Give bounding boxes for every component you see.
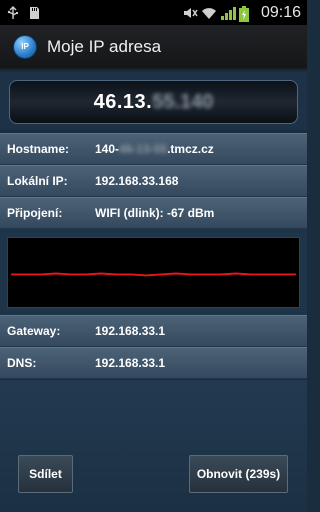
battery-charging-icon xyxy=(238,5,253,22)
public-ip-hidden: 55.140 xyxy=(152,90,214,113)
gateway-label: Gateway: xyxy=(7,324,61,338)
hostname-suffix: .tmcz.cz xyxy=(167,142,214,156)
signal-line xyxy=(11,272,296,277)
action-bar: IP Moje IP adresa xyxy=(0,25,307,70)
connection-row: Připojení: WIFI (dlink): -67 dBm xyxy=(0,197,307,229)
signal-graph-area xyxy=(0,229,307,315)
dns-value: 192.168.33.1 xyxy=(95,356,166,370)
gateway-value: 192.168.33.1 xyxy=(95,324,166,338)
public-ip-box[interactable]: 46.13. 55.140 xyxy=(9,80,298,124)
status-bar: 09:16 xyxy=(0,0,307,25)
mute-icon xyxy=(182,6,198,20)
signal-graph xyxy=(7,237,300,308)
connection-value: WIFI (dlink): -67 dBm xyxy=(95,206,215,220)
hostname-prefix: 140- xyxy=(95,142,120,156)
share-button[interactable]: Sdílet xyxy=(18,455,73,493)
hostname-value: 140-46-13-55.tmcz.cz xyxy=(95,142,214,156)
connection-label: Připojení: xyxy=(7,206,63,220)
wifi-icon xyxy=(201,6,216,20)
hostname-label: Hostname: xyxy=(7,142,70,156)
refresh-button[interactable]: Obnovit (239s) xyxy=(189,455,288,493)
dns-label: DNS: xyxy=(7,356,37,370)
public-ip-panel: 46.13. 55.140 xyxy=(0,72,307,130)
local-ip-row: Lokální IP: 192.168.33.168 xyxy=(0,165,307,197)
app-title: Moje IP adresa xyxy=(47,36,162,56)
dns-row: DNS: 192.168.33.1 xyxy=(0,347,307,379)
hostname-row: Hostname: 140-46-13-55.tmcz.cz xyxy=(0,133,307,165)
status-time: 09:16 xyxy=(260,3,301,21)
public-ip-visible: 46.13. xyxy=(93,90,153,113)
app-icon[interactable]: IP xyxy=(13,34,37,59)
hostname-hidden: 46-13-55 xyxy=(119,142,168,156)
usb-icon xyxy=(6,5,20,20)
sd-card-icon xyxy=(27,6,41,20)
local-ip-value: 192.168.33.168 xyxy=(95,174,179,188)
app-icon-text: IP xyxy=(21,42,29,51)
gateway-row: Gateway: 192.168.33.1 xyxy=(0,315,307,347)
local-ip-label: Lokální IP: xyxy=(7,174,68,188)
signal-icon xyxy=(220,6,236,20)
